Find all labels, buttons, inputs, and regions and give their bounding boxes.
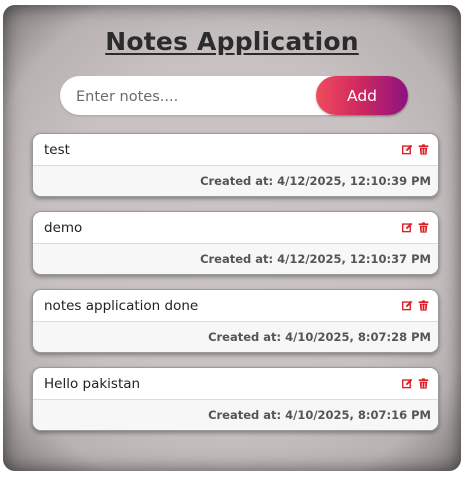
note-card: Hello pakistan Created at: 4/10/2025, 8:…: [32, 367, 439, 431]
note-actions: [402, 300, 429, 311]
add-button[interactable]: Add: [316, 76, 408, 115]
page-title: Notes Application: [105, 27, 359, 56]
trash-icon[interactable]: [418, 300, 429, 311]
note-timestamp: Created at: 4/10/2025, 8:07:28 PM: [208, 330, 431, 344]
note-timestamp: Created at: 4/10/2025, 8:07:16 PM: [208, 408, 431, 422]
note-timestamp: Created at: 4/12/2025, 12:10:39 PM: [200, 174, 431, 188]
note-text: Hello pakistan: [44, 376, 141, 392]
note-card: test Created at: 4/12/2025, 12:10:39 PM: [32, 133, 439, 197]
note-text: demo: [44, 220, 83, 236]
note-timestamp: Created at: 4/12/2025, 12:10:37 PM: [200, 252, 431, 266]
note-footer: Created at: 4/12/2025, 12:10:39 PM: [33, 166, 438, 196]
app-panel: Notes Application Add test: [3, 5, 461, 471]
note-actions: [402, 144, 429, 155]
edit-icon[interactable]: [402, 378, 413, 389]
trash-icon[interactable]: [418, 144, 429, 155]
note-header: notes application done: [33, 290, 438, 322]
note-input-row: Add: [60, 76, 408, 117]
trash-icon[interactable]: [418, 222, 429, 233]
note-card: demo Created at: 4/12/2025, 12:10:37 PM: [32, 211, 439, 275]
edit-icon[interactable]: [402, 300, 413, 311]
note-header: demo: [33, 212, 438, 244]
note-text: notes application done: [44, 298, 199, 314]
note-header: Hello pakistan: [33, 368, 438, 400]
note-footer: Created at: 4/10/2025, 8:07:16 PM: [33, 400, 438, 430]
note-input[interactable]: [74, 76, 316, 117]
note-footer: Created at: 4/10/2025, 8:07:28 PM: [33, 322, 438, 352]
page: Notes Application Add test: [0, 0, 464, 477]
note-header: test: [33, 134, 438, 166]
trash-icon[interactable]: [418, 378, 429, 389]
note-actions: [402, 222, 429, 233]
note-text: test: [44, 142, 70, 158]
edit-icon[interactable]: [402, 222, 413, 233]
note-actions: [402, 378, 429, 389]
note-footer: Created at: 4/12/2025, 12:10:37 PM: [33, 244, 438, 274]
note-card: notes application done Created at: 4/10/…: [32, 289, 439, 353]
edit-icon[interactable]: [402, 144, 413, 155]
